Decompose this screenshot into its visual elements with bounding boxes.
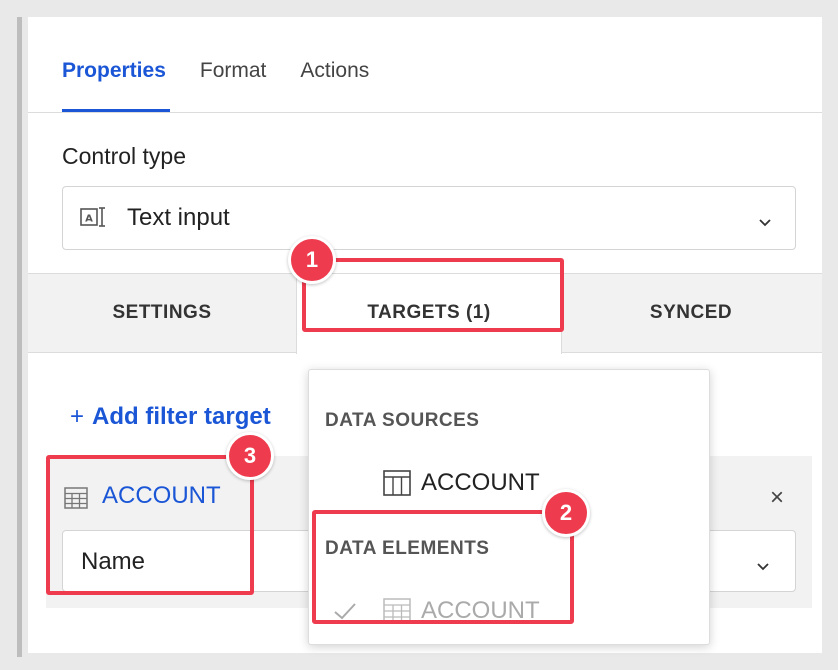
panel-tabs: Properties Format Actions — [62, 55, 403, 113]
tab-properties[interactable]: Properties — [62, 55, 166, 113]
data-sources-header: DATA SOURCES — [325, 410, 480, 431]
svg-text:A: A — [85, 214, 93, 225]
tab-format[interactable]: Format — [200, 55, 267, 113]
table-icon — [383, 470, 411, 496]
text-input-icon: A — [79, 205, 109, 229]
data-source-label: ACCOUNT — [421, 469, 540, 496]
close-icon[interactable]: × — [770, 484, 784, 512]
data-source-item-account[interactable]: ACCOUNT — [383, 469, 540, 497]
tabs-divider — [28, 112, 822, 113]
annotation-badge-1: 1 — [288, 236, 336, 284]
left-edge-bar — [17, 17, 22, 657]
subtab-synced[interactable]: SYNCED — [560, 274, 822, 352]
add-filter-target-button[interactable]: + Add filter target — [70, 403, 271, 431]
plus-icon: + — [70, 403, 85, 430]
annotation-box-2 — [312, 510, 574, 624]
tab-actions[interactable]: Actions — [300, 55, 369, 113]
chevron-down-icon — [757, 558, 769, 571]
chevron-down-icon — [759, 214, 771, 227]
annotation-badge-2: 2 — [542, 489, 590, 537]
control-type-label: Control type — [62, 143, 187, 169]
annotation-box-1 — [302, 258, 564, 332]
annotation-box-3 — [46, 455, 254, 595]
add-filter-target-label: Add filter target — [92, 403, 271, 430]
subtab-settings[interactable]: SETTINGS — [28, 274, 296, 352]
control-type-value: Text input — [127, 204, 230, 231]
control-type-select[interactable]: A Text input — [62, 186, 796, 250]
annotation-badge-3: 3 — [226, 432, 274, 480]
properties-panel: Properties Format Actions Control type A… — [28, 17, 822, 653]
